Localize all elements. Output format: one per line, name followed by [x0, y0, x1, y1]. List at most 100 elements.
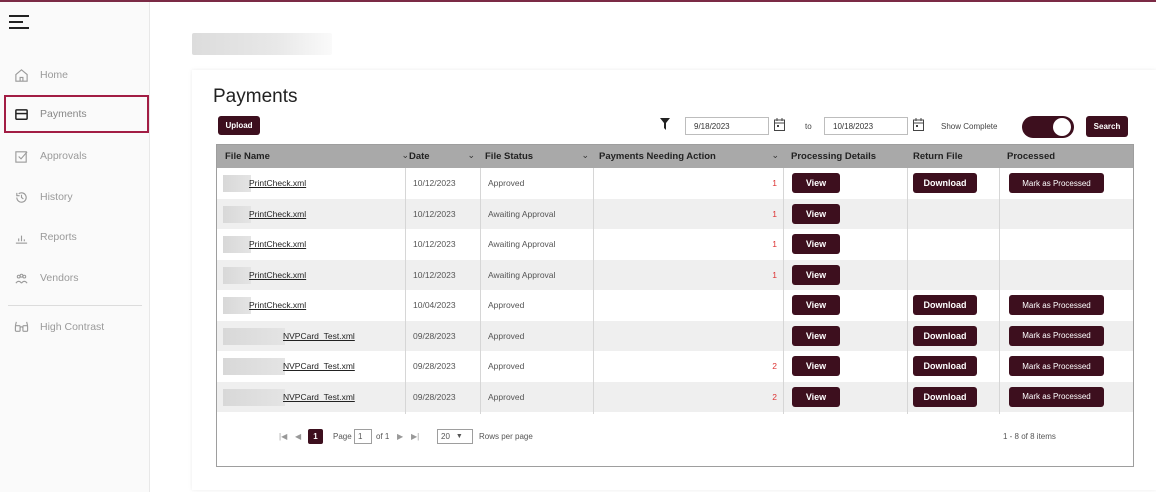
sidebar-item-label: Approvals — [40, 150, 87, 162]
table-row: PrintCheck.xml 10/12/2023 Awaiting Approva… — [217, 259, 1133, 290]
column-header-label: Processing Details — [791, 151, 877, 162]
return-file-cell: Download — [913, 351, 983, 382]
column-header-file-status[interactable]: File Status ⌄ — [485, 145, 595, 168]
date-cell: 10/12/2023 — [413, 178, 456, 189]
view-button[interactable]: View — [792, 325, 840, 346]
rows-per-page-label: Rows per page — [479, 432, 533, 441]
view-button[interactable]: View — [792, 173, 840, 194]
view-button[interactable]: View — [792, 295, 840, 316]
file-name-link[interactable]: PrintCheck.xml — [249, 239, 306, 249]
file-name-link[interactable]: PrintCheck.xml — [249, 209, 306, 219]
return-file-cell: Download — [913, 168, 983, 199]
date-cell: 10/04/2023 — [413, 300, 456, 311]
mark-as-processed-button[interactable]: Mark as Processed — [1009, 386, 1104, 407]
to-date-field[interactable]: 10/18/2023 — [824, 117, 908, 135]
mark-as-processed-button[interactable]: Mark as Processed — [1009, 295, 1104, 316]
column-header-label: File Status — [485, 151, 534, 162]
redacted-prefix — [223, 175, 251, 192]
file-name-link[interactable]: NVPCard_Test.xml — [283, 392, 355, 402]
chevron-down-icon[interactable]: ⌄ — [581, 150, 589, 161]
search-button[interactable]: Search — [1086, 116, 1128, 137]
redacted-prefix — [223, 236, 251, 253]
needing-action-count: 1 — [772, 208, 777, 219]
high-contrast-toggle[interactable]: High Contrast — [6, 310, 148, 344]
upload-button[interactable]: Upload — [218, 116, 260, 135]
processed-cell: Mark as Processed — [1009, 351, 1109, 382]
file-name-link[interactable]: PrintCheck.xml — [249, 300, 306, 310]
payments-needing-action-cell — [595, 290, 781, 321]
mark-as-processed-button[interactable]: Mark as Processed — [1009, 173, 1104, 194]
view-button[interactable]: View — [792, 234, 840, 255]
file-name-link[interactable]: NVPCard_Test.xml — [283, 331, 355, 341]
table-row: PrintCheck.xml 10/12/2023 Approved 1 View Dow… — [217, 168, 1133, 199]
sidebar-item-approvals[interactable]: Approvals — [6, 139, 148, 173]
payments-needing-action-cell: 1 — [595, 229, 781, 260]
from-date-field[interactable]: 9/18/2023 — [685, 117, 769, 135]
page-size-select[interactable]: 20 ▼ — [437, 429, 473, 444]
prev-page-icon[interactable]: ◀ — [295, 432, 301, 441]
needing-action-count: 1 — [772, 269, 777, 280]
processed-cell: Mark as Processed — [1009, 290, 1109, 321]
sidebar-item-history[interactable]: History — [6, 180, 148, 214]
sidebar-item-payments[interactable]: Payments — [4, 95, 149, 133]
chevron-down-icon[interactable]: ⌄ — [467, 150, 475, 161]
mark-as-processed-button[interactable]: Mark as Processed — [1009, 325, 1104, 346]
column-divider — [480, 168, 481, 414]
column-header-label: Date — [409, 151, 430, 162]
current-page-button[interactable]: 1 — [308, 429, 323, 444]
processed-cell: Mark as Processed — [1009, 321, 1109, 352]
needing-action-count: 1 — [772, 239, 777, 250]
page-label: Page — [333, 432, 352, 441]
payments-needing-action-cell: 2 — [595, 351, 781, 382]
first-page-icon[interactable]: |◀ — [279, 432, 287, 441]
file-name-link[interactable]: NVPCard_Test.xml — [283, 361, 355, 371]
column-header-processing-details: Processing Details — [791, 145, 901, 168]
column-divider — [783, 168, 784, 414]
date-cell: 09/28/2023 — [413, 330, 456, 341]
status-cell: Approved — [488, 178, 525, 189]
date-cell: 09/28/2023 — [413, 361, 456, 372]
download-button[interactable]: Download — [913, 295, 977, 316]
filter-icon[interactable] — [660, 118, 670, 130]
file-name-link[interactable]: PrintCheck.xml — [249, 178, 306, 188]
download-button[interactable]: Download — [913, 356, 977, 377]
next-page-icon[interactable]: ▶ — [397, 432, 403, 441]
sidebar-item-reports[interactable]: Reports — [6, 220, 148, 254]
column-header-processed: Processed — [1007, 145, 1117, 168]
chevron-down-icon[interactable]: ⌄ — [771, 150, 779, 161]
sidebar-item-home[interactable]: Home — [6, 58, 148, 92]
page-input[interactable]: 1 — [354, 429, 372, 444]
processing-details-cell: View — [792, 168, 852, 199]
view-button[interactable]: View — [792, 386, 840, 407]
table-row: PrintCheck.xml 10/12/2023 Awaiting Approva… — [217, 198, 1133, 230]
column-header-payments-needing-action[interactable]: Payments Needing Action ⌄ — [599, 145, 785, 168]
mark-as-processed-button[interactable]: Mark as Processed — [1009, 356, 1104, 377]
download-button[interactable]: Download — [913, 325, 977, 346]
hamburger-menu-icon[interactable] — [9, 15, 31, 31]
processed-cell: Mark as Processed — [1009, 168, 1109, 199]
processing-details-cell: View — [792, 290, 852, 321]
file-name-cell: PrintCheck.xml — [249, 199, 399, 230]
sidebar-divider — [8, 305, 142, 306]
processing-details-cell: View — [792, 321, 852, 352]
calendar-icon[interactable] — [774, 118, 785, 131]
download-button[interactable]: Download — [913, 173, 977, 194]
column-header-date[interactable]: Date ⌄ — [409, 145, 481, 168]
file-name-cell: NVPCard_Test.xml — [283, 351, 433, 382]
sidebar-item-vendors[interactable]: Vendors — [6, 261, 148, 295]
needing-action-count: 1 — [772, 178, 777, 189]
calendar-icon[interactable] — [913, 118, 924, 131]
status-cell: Awaiting Approval — [488, 208, 556, 219]
sidebar-item-label: Home — [40, 69, 69, 81]
column-header-file-name[interactable]: File Name ⌄ — [225, 145, 415, 168]
file-name-link[interactable]: PrintCheck.xml — [249, 270, 306, 280]
status-cell: Approved — [488, 330, 525, 341]
show-complete-toggle[interactable] — [1022, 116, 1074, 138]
table-row: NVPCard_Test.xml 09/28/2023 Approved 2 View D… — [217, 351, 1133, 382]
view-button[interactable]: View — [792, 203, 840, 224]
view-button[interactable]: View — [792, 356, 840, 377]
chevron-down-icon[interactable]: ⌄ — [401, 150, 409, 161]
download-button[interactable]: Download — [913, 386, 977, 407]
view-button[interactable]: View — [792, 264, 840, 285]
last-page-icon[interactable]: ▶| — [411, 432, 419, 441]
